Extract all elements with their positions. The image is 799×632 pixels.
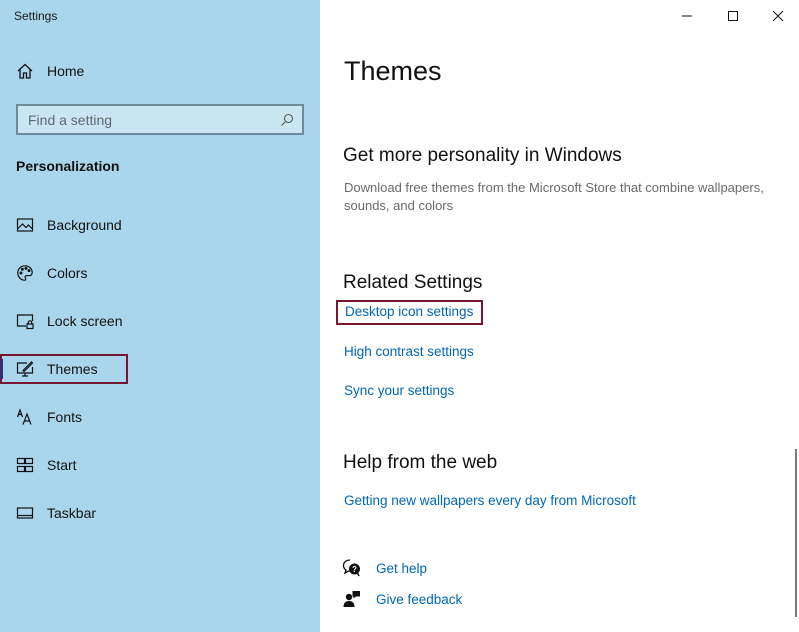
sidebar-item-background[interactable]: Background	[0, 210, 128, 240]
palette-icon	[17, 265, 33, 281]
search-icon[interactable]	[280, 113, 294, 127]
desktop-icon-settings-link[interactable]: Desktop icon settings	[336, 300, 484, 325]
get-help-link[interactable]: ? Get help	[342, 558, 427, 578]
minimize-icon	[682, 15, 692, 17]
sidebar-item-label: Background	[47, 217, 122, 233]
help-from-web-heading: Help from the web	[343, 452, 498, 473]
sidebar-item-label: Lock screen	[47, 313, 123, 329]
sidebar-item-label: Start	[47, 457, 77, 473]
related-settings-heading: Related Settings	[343, 272, 483, 293]
sidebar-item-label: Fonts	[47, 409, 83, 425]
home-icon	[17, 63, 33, 79]
sidebar-item-label: Taskbar	[47, 505, 97, 521]
sidebar-item-lock-screen[interactable]: Lock screen	[0, 306, 128, 336]
maximize-icon	[728, 11, 738, 21]
sidebar-item-label: Themes	[47, 361, 98, 377]
search-input[interactable]	[28, 111, 280, 128]
sidebar-item-themes[interactable]: Themes	[0, 354, 128, 384]
sidebar-item-home[interactable]: Home	[16, 62, 84, 80]
svg-text:?: ?	[352, 565, 357, 574]
sidebar: Settings Home Personalization Background…	[0, 0, 320, 632]
minimize-button[interactable]	[664, 0, 710, 32]
sidebar-item-colors[interactable]: Colors	[0, 258, 128, 288]
app-title: Settings	[14, 9, 58, 23]
sync-settings-link[interactable]: Sync your settings	[344, 383, 454, 398]
themes-brush-icon	[16, 361, 34, 377]
feedback-icon	[343, 591, 360, 607]
give-feedback-link[interactable]: Give feedback	[342, 589, 462, 609]
section-title: Personalization	[16, 158, 120, 174]
fonts-icon	[16, 408, 32, 425]
picture-icon	[16, 218, 34, 232]
maximize-button[interactable]	[710, 0, 756, 32]
personality-description: Download free themes from the Microsoft …	[344, 180, 764, 213]
page-title: Themes	[344, 56, 442, 86]
wallpapers-help-link[interactable]: Getting new wallpapers every day from Mi…	[344, 493, 636, 508]
high-contrast-settings-link[interactable]: High contrast settings	[344, 344, 474, 359]
get-help-label: Get help	[376, 560, 428, 576]
search-box[interactable]	[16, 104, 304, 135]
get-help-icon: ?	[342, 559, 360, 577]
close-icon	[772, 10, 784, 22]
sidebar-item-fonts[interactable]: Fonts	[0, 402, 128, 432]
sidebar-item-taskbar[interactable]: Taskbar	[0, 498, 128, 528]
give-feedback-label: Give feedback	[376, 591, 463, 607]
taskbar-icon	[16, 507, 34, 519]
lock-screen-icon	[16, 314, 34, 330]
home-label: Home	[47, 63, 85, 79]
scrollbar[interactable]	[795, 449, 797, 617]
sidebar-item-label: Colors	[47, 265, 88, 281]
main-content: Themes Get more personality in Windows D…	[320, 0, 799, 632]
sidebar-item-start[interactable]: Start	[0, 450, 128, 480]
personality-heading: Get more personality in Windows	[343, 145, 622, 166]
close-button[interactable]	[755, 0, 799, 32]
start-tiles-icon	[16, 457, 34, 473]
